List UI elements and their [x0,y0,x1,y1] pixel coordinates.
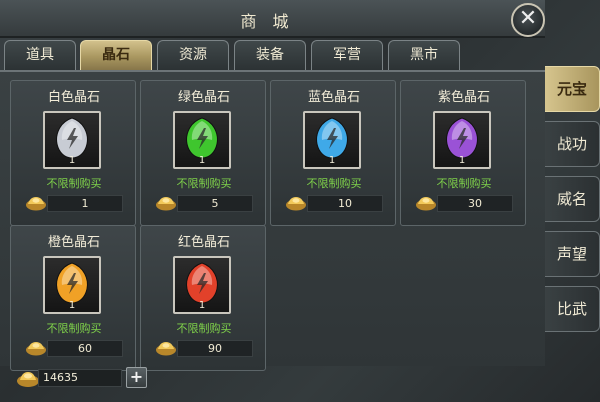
gold-ingot-icon [26,197,46,211]
price: 30 [437,195,513,212]
side-tab-ingot[interactable]: 元宝 [545,66,600,112]
crystal-item-card[interactable]: 绿色晶石 1 不限制购买 5 [140,80,266,226]
crystal-item-card[interactable]: 紫色晶石 1 不限制购买 30 [400,80,526,226]
currency-side-tabs: 元宝 战功 威名 声望 比武 [545,60,600,402]
crystal-name: 紫色晶石 [437,90,490,105]
crystal-icon [316,117,348,159]
crystal-name: 绿色晶石 [177,90,230,105]
gold-ingot-icon [156,197,176,211]
add-gold-button[interactable]: + [126,367,147,388]
tab-barracks[interactable]: 军营 [311,40,383,70]
side-tab-arena[interactable]: 比武 [545,286,600,332]
tab-black-market[interactable]: 黑市 [388,40,460,70]
gold-ingot-icon [26,342,46,356]
crystal-item-card[interactable]: 白色晶石 1 不限制购买 1 [10,80,136,226]
gold-ingot-icon [17,372,39,387]
gold-ingot-icon [156,342,176,356]
crystal-item-card[interactable]: 橙色晶石 1 不限制购买 60 [10,225,136,371]
crystal-icon [446,117,478,159]
side-tab-reputation[interactable]: 声望 [545,231,600,277]
tab-resources[interactable]: 资源 [157,40,229,70]
crystal-count: 1 [198,155,206,166]
page-title: 商城 [240,12,305,31]
category-tabs: 道具 晶石 资源 装备 军营 黑市 [0,40,545,70]
crystal-name: 橙色晶石 [47,235,100,250]
gold-ingot-icon [286,197,306,211]
crystal-item-card[interactable]: 红色晶石 1 不限制购买 90 [140,225,266,371]
crystal-icon [56,262,88,304]
purchase-limit: 不限制购买 [176,322,232,335]
gold-balance: 14635 + [16,367,147,389]
purchase-limit: 不限制购买 [176,177,232,190]
purchase-limit: 不限制购买 [46,177,102,190]
close-icon[interactable]: ✕ [511,3,545,37]
purchase-limit: 不限制购买 [436,177,492,190]
crystal-count: 1 [458,155,466,166]
crystal-slot[interactable]: 1 [173,256,231,314]
crystal-icon [186,117,218,159]
crystal-slot[interactable]: 1 [433,111,491,169]
purchase-limit: 不限制购买 [306,177,362,190]
crystal-count: 1 [198,300,206,311]
price: 60 [47,340,123,357]
tab-crystals[interactable]: 晶石 [80,40,152,70]
crystal-name: 蓝色晶石 [307,90,360,105]
crystal-slot[interactable]: 1 [173,111,231,169]
crystal-count: 1 [328,155,336,166]
crystal-slot[interactable]: 1 [43,256,101,314]
crystal-slot[interactable]: 1 [303,111,361,169]
side-tab-merit[interactable]: 战功 [545,121,600,167]
side-tab-prestige[interactable]: 威名 [545,176,600,222]
purchase-limit: 不限制购买 [46,322,102,335]
price: 10 [307,195,383,212]
tab-equipment[interactable]: 装备 [234,40,306,70]
gold-ingot-icon [416,197,436,211]
crystal-name: 白色晶石 [47,90,100,105]
crystal-icon [56,117,88,159]
crystal-name: 红色晶石 [177,235,230,250]
gold-amount: 14635 [38,369,122,387]
price: 90 [177,340,253,357]
tab-items[interactable]: 道具 [4,40,76,70]
crystal-count: 1 [68,155,76,166]
crystal-item-card[interactable]: 蓝色晶石 1 不限制购买 10 [270,80,396,226]
crystal-slot[interactable]: 1 [43,111,101,169]
shop-header: 商城 [0,0,545,38]
price: 1 [47,195,123,212]
crystal-icon [186,262,218,304]
crystal-count: 1 [68,300,76,311]
price: 5 [177,195,253,212]
